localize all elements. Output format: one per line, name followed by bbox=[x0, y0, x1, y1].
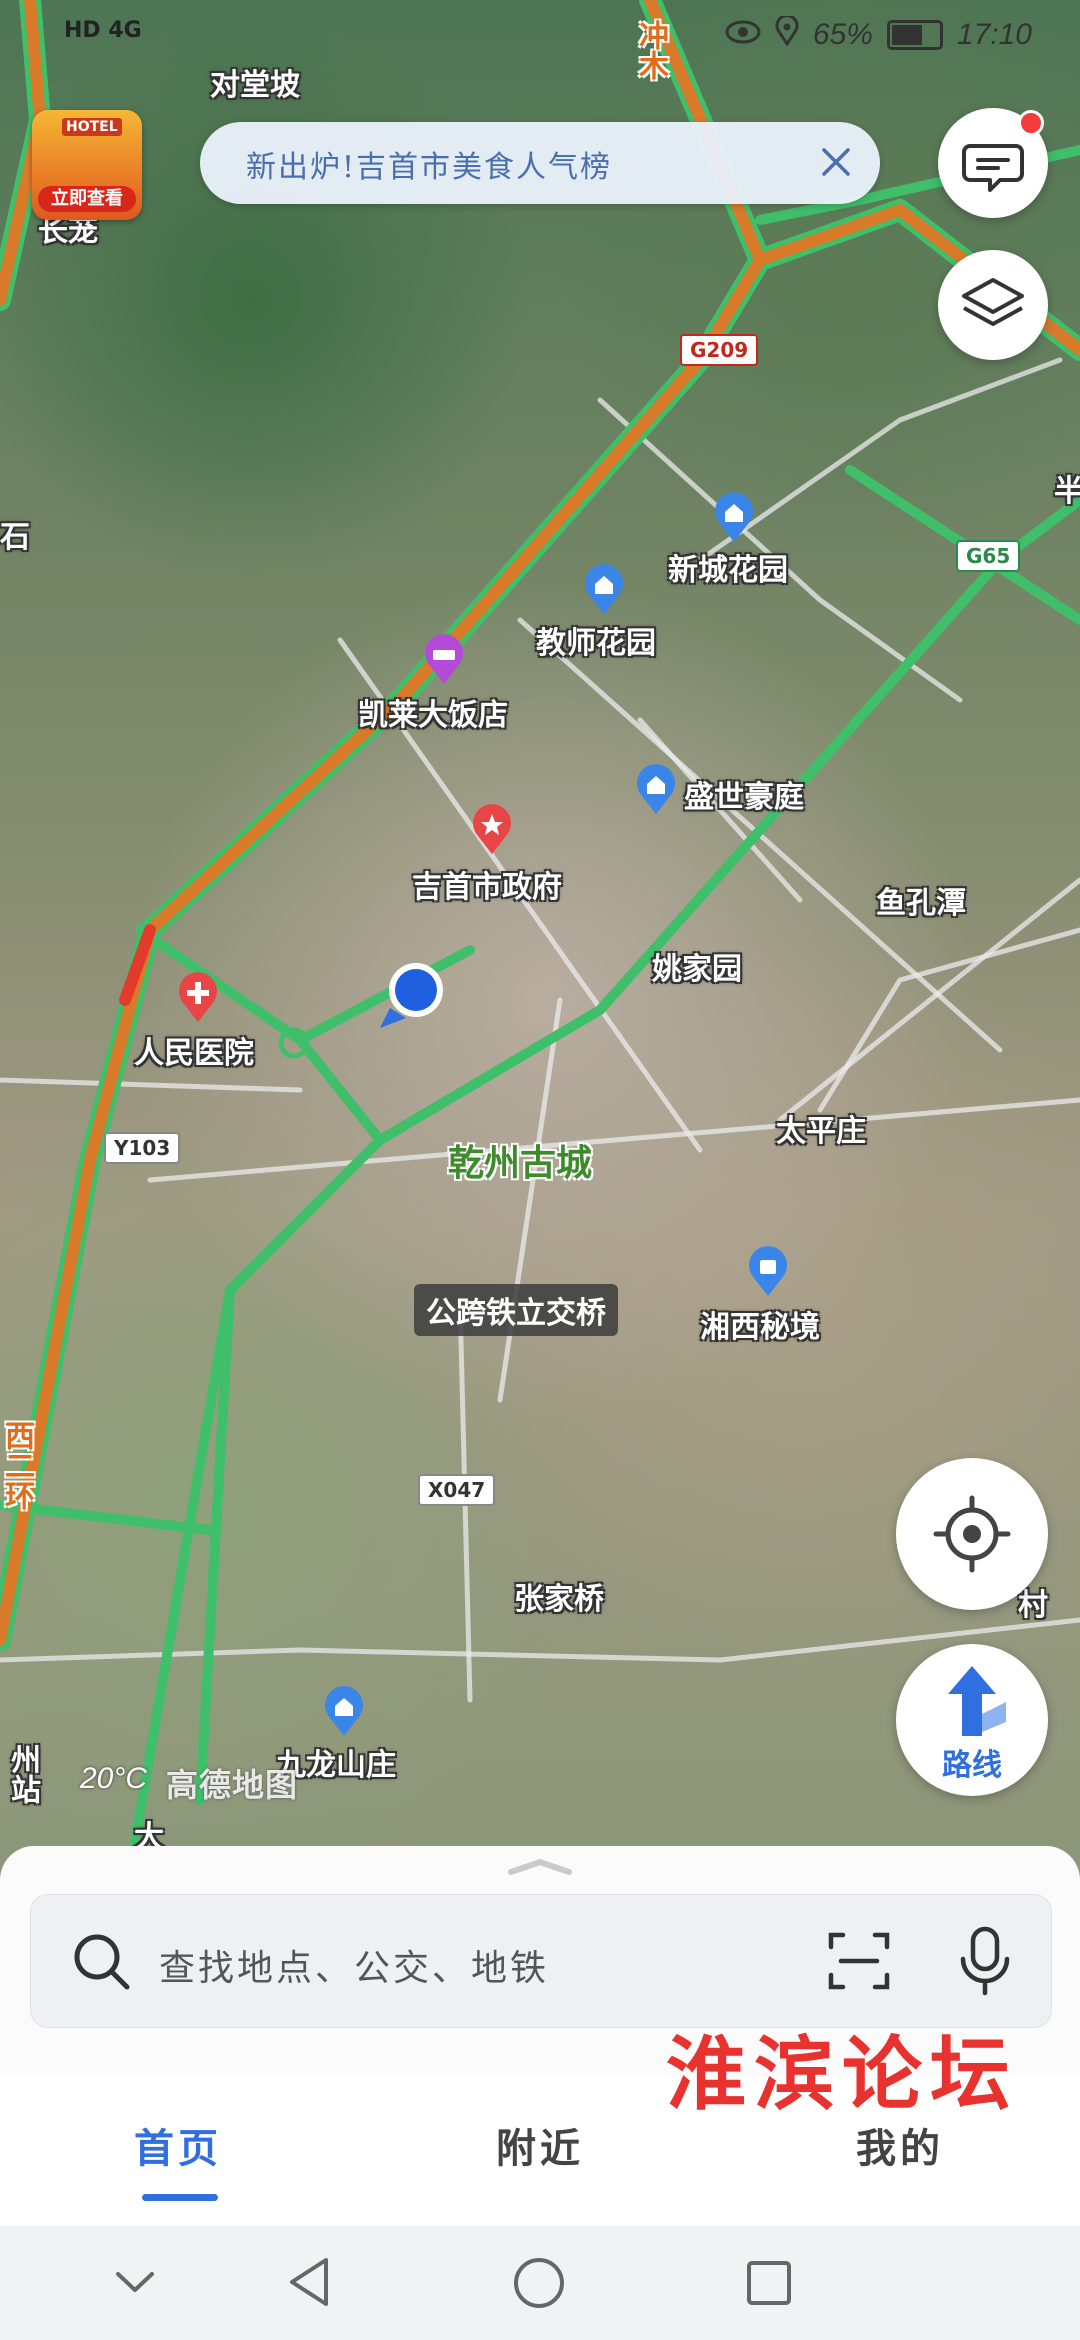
layers-button[interactable] bbox=[938, 250, 1048, 360]
place-label: 太平庄 bbox=[776, 1114, 866, 1149]
promo-text: 新出炉!吉首市美食人气榜 bbox=[246, 150, 613, 185]
notification-dot bbox=[1018, 110, 1044, 136]
home-icon[interactable] bbox=[512, 2256, 566, 2310]
promo-banner[interactable]: 新出炉!吉首市美食人气榜 bbox=[200, 122, 880, 204]
hotel-cta-label: 立即查看 bbox=[38, 186, 136, 212]
drag-handle-icon[interactable] bbox=[505, 1856, 575, 1878]
clock: 17:10 bbox=[956, 18, 1032, 51]
system-nav-bar bbox=[0, 2226, 1080, 2340]
place-label: 州站 bbox=[5, 1744, 40, 1804]
locate-icon bbox=[933, 1495, 1011, 1573]
hotel-pin-icon[interactable] bbox=[422, 632, 466, 684]
residential-pin-icon[interactable] bbox=[582, 562, 626, 614]
temperature-label: 20°C bbox=[80, 1762, 148, 1795]
hotel-sign: HOTEL bbox=[62, 118, 122, 136]
road-shield: Y103 bbox=[104, 1132, 181, 1164]
status-bar: HD 4G 65% 17:10 bbox=[0, 0, 1080, 72]
poi-label-zhengfu[interactable]: 吉首市政府 bbox=[412, 862, 562, 906]
forum-watermark: 淮滨论坛 bbox=[666, 2027, 1018, 2121]
amap-logo: 高德地图 bbox=[166, 1766, 299, 1804]
residential-pin-icon[interactable] bbox=[634, 762, 678, 814]
message-button[interactable] bbox=[938, 108, 1048, 218]
search-placeholder: 查找地点、公交、地铁 bbox=[159, 1948, 550, 1989]
poi-label-xiangxi[interactable]: 湘西秘境 bbox=[700, 1302, 820, 1346]
residential-pin-icon[interactable] bbox=[712, 490, 756, 542]
road-shield: X047 bbox=[418, 1474, 496, 1506]
government-pin-icon[interactable] bbox=[470, 802, 514, 854]
poi-label-shengshi[interactable]: 盛世豪庭 bbox=[684, 772, 804, 816]
place-label: 鱼孔潭 bbox=[876, 886, 966, 921]
road-label: 西二环 bbox=[0, 1420, 34, 1510]
hospital-pin-icon[interactable] bbox=[176, 970, 220, 1022]
eye-icon bbox=[725, 18, 761, 52]
scan-icon[interactable] bbox=[827, 1929, 891, 1993]
road-shield: G209 bbox=[680, 334, 759, 366]
hotel-promo-badge[interactable]: HOTEL 立即查看 bbox=[32, 110, 142, 220]
place-label: 姚家园 bbox=[652, 952, 742, 987]
close-icon[interactable] bbox=[810, 136, 862, 188]
current-location-marker bbox=[380, 963, 443, 1028]
microphone-icon[interactable] bbox=[955, 1925, 1015, 1997]
search-icon bbox=[74, 1934, 130, 1990]
route-button[interactable]: 路线 bbox=[896, 1644, 1048, 1796]
place-label: 石 bbox=[0, 520, 30, 555]
location-icon bbox=[775, 14, 799, 54]
scenic-pin-icon[interactable] bbox=[746, 1244, 790, 1296]
residential-pin-icon[interactable] bbox=[322, 1684, 366, 1736]
tab-home[interactable]: 首页 bbox=[134, 2116, 222, 2174]
battery-percent: 65% bbox=[812, 18, 873, 51]
poi-label-hospital[interactable]: 人民医院 bbox=[134, 1028, 254, 1072]
place-label: 半 bbox=[1054, 474, 1080, 509]
route-label: 路线 bbox=[942, 1748, 1002, 1783]
chevron-down-icon[interactable] bbox=[112, 2266, 158, 2296]
layers-icon bbox=[962, 278, 1024, 326]
battery-icon bbox=[886, 20, 943, 50]
recents-icon[interactable] bbox=[744, 2258, 794, 2308]
poi-label-kailai[interactable]: 凯莱大饭店 bbox=[358, 690, 508, 734]
place-label: 张家桥 bbox=[514, 1582, 604, 1617]
road-shield: G65 bbox=[956, 540, 1021, 572]
poi-label-jiaoshi[interactable]: 教师花园 bbox=[536, 618, 656, 662]
back-icon[interactable] bbox=[284, 2254, 334, 2310]
poi-label-xincheng[interactable]: 新城花园 bbox=[668, 545, 788, 589]
search-input[interactable]: 查找地点、公交、地铁 bbox=[30, 1894, 1052, 2028]
network-indicator: HD 4G bbox=[64, 18, 142, 43]
district-label: 乾州古城 bbox=[448, 1142, 593, 1184]
tab-nearby[interactable]: 附近 bbox=[496, 2116, 584, 2174]
bridge-label[interactable]: 公跨铁立交桥 bbox=[414, 1284, 618, 1336]
locate-button[interactable] bbox=[896, 1458, 1048, 1610]
tab-active-indicator bbox=[142, 2194, 218, 2201]
